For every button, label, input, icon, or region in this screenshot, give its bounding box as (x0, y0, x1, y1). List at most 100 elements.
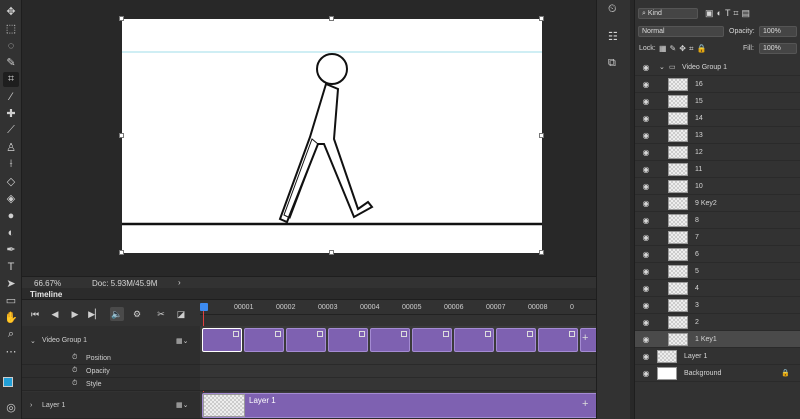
zoom-tool-icon[interactable]: ⌕ (3, 327, 19, 342)
type-tool-icon[interactable]: T (3, 259, 19, 274)
move-tool-icon[interactable]: ✥ (3, 4, 19, 19)
brush-tool-icon[interactable]: ⟋ (3, 123, 19, 138)
visibility-eye-icon[interactable]: ◉ (641, 233, 651, 242)
zoom-level[interactable]: 66.67% (34, 279, 61, 288)
visibility-eye-icon[interactable]: ◉ (641, 369, 651, 378)
layer-row-frame[interactable]: ◉ 4 (635, 280, 800, 297)
pen-tool-icon[interactable]: ✒ (3, 242, 19, 257)
frame-clip[interactable] (202, 328, 242, 352)
visibility-eye-icon[interactable]: ◉ (641, 250, 651, 259)
clone-stamp-tool-icon[interactable]: ♙ (3, 140, 19, 155)
visibility-eye-icon[interactable]: ◉ (641, 267, 651, 276)
frame-clip[interactable] (370, 328, 410, 352)
layer-row-frame[interactable]: ◉ 10 (635, 178, 800, 195)
visibility-eye-icon[interactable]: ◉ (641, 199, 651, 208)
visibility-eye-icon[interactable]: ◉ (641, 182, 651, 191)
timeline-title[interactable]: Timeline (30, 290, 62, 299)
transform-handle[interactable] (119, 133, 124, 138)
play-icon[interactable]: ▶ (68, 307, 82, 321)
layer-row-frame[interactable]: ◉ 16 (635, 76, 800, 93)
layer-row-frame[interactable]: ◉ 1 Key1 (635, 331, 800, 348)
visibility-eye-icon[interactable]: ◉ (641, 335, 651, 344)
frame-clip[interactable] (496, 328, 536, 352)
path-selection-tool-icon[interactable]: ➤ (3, 276, 19, 291)
adjustments-icon[interactable]: ⧉ (608, 57, 616, 70)
layer-row-video-group[interactable]: ◉ ⌄ ▭ Video Group 1 (635, 59, 800, 76)
layer-row-frame[interactable]: ◉ 11 (635, 161, 800, 178)
layer-row-frame[interactable]: ◉ 13 (635, 127, 800, 144)
film-menu-icon[interactable]: ▦⌄ (176, 337, 188, 345)
eraser-tool-icon[interactable]: ◇ (3, 174, 19, 189)
collapse-chevron-icon[interactable]: ⌄ (30, 337, 36, 345)
layer-row-frame[interactable]: ◉ 3 (635, 297, 800, 314)
visibility-eye-icon[interactable]: ◉ (641, 63, 651, 72)
layer-1-clip[interactable]: Layer 1 (202, 393, 598, 418)
fill-input[interactable]: 100% (759, 43, 797, 54)
layer-row-frame[interactable]: ◉ 5 (635, 263, 800, 280)
expand-chevron-icon[interactable]: › (30, 402, 32, 409)
blur-tool-icon[interactable]: ● (3, 208, 19, 223)
visibility-eye-icon[interactable]: ◉ (641, 80, 651, 89)
visibility-eye-icon[interactable]: ◉ (641, 131, 651, 140)
frame-clip[interactable] (538, 328, 578, 352)
layer-row-frame[interactable]: ◉ 2 (635, 314, 800, 331)
filter-icons[interactable]: ▣◐T⌗▤ (705, 8, 753, 19)
layer-row-frame[interactable]: ◉ 14 (635, 110, 800, 127)
layer-row-frame[interactable]: ◉ 15 (635, 93, 800, 110)
foreground-color-swatch[interactable] (3, 377, 13, 387)
frame-clip[interactable] (286, 328, 326, 352)
property-row-opacity[interactable]: ⏱ Opacity (22, 365, 200, 378)
layer-row-background[interactable]: ◉ Background 🔒 (635, 365, 800, 382)
marquee-tool-icon[interactable]: ⬚ (3, 21, 19, 36)
properties-icon[interactable]: ☷ (608, 30, 618, 43)
next-frame-icon[interactable]: ▶▏ (88, 307, 102, 321)
layer-row-frame[interactable]: ◉ 12 (635, 144, 800, 161)
visibility-eye-icon[interactable]: ◉ (641, 114, 651, 123)
frame-clip[interactable] (328, 328, 368, 352)
layer-filter-select[interactable]: ⌕ Kind (638, 8, 698, 19)
dodge-tool-icon[interactable]: ◐ (3, 225, 19, 240)
layer-row-frame[interactable]: ◉ 8 (635, 212, 800, 229)
transform-handle[interactable] (119, 16, 124, 21)
property-row-position[interactable]: ⏱ Position (22, 352, 200, 365)
transform-handle[interactable] (539, 250, 544, 255)
quick-select-tool-icon[interactable]: ✎ (3, 55, 19, 70)
frame-clip[interactable] (454, 328, 494, 352)
lock-icons[interactable]: ▦✎✥⌗🔒 (659, 44, 709, 54)
visibility-eye-icon[interactable]: ◉ (641, 284, 651, 293)
visibility-eye-icon[interactable]: ◉ (641, 352, 651, 361)
track-layer-1[interactable]: › Layer 1 ▦⌄ (22, 392, 200, 419)
frame-clip[interactable] (244, 328, 284, 352)
previous-frame-icon[interactable]: ◀ (48, 307, 62, 321)
film-menu-icon[interactable]: ▦⌄ (176, 401, 188, 409)
transform-handle[interactable] (329, 16, 334, 21)
frame-clip[interactable] (412, 328, 452, 352)
visibility-eye-icon[interactable]: ◉ (641, 301, 651, 310)
layer-row-frame[interactable]: ◉ 9 Key2 (635, 195, 800, 212)
blend-mode-select[interactable]: Normal (638, 26, 724, 37)
first-frame-icon[interactable]: ⏮ (28, 307, 42, 321)
transform-handle[interactable] (119, 250, 124, 255)
stopwatch-icon[interactable]: ⏱ (72, 380, 77, 388)
transform-handle[interactable] (539, 16, 544, 21)
transition-icon[interactable]: ◪ (174, 307, 188, 321)
time-ruler[interactable]: 00001 00002 00003 00004 00005 00006 0000… (200, 301, 600, 315)
paint-bucket-tool-icon[interactable]: ◈ (3, 191, 19, 206)
quick-mask-icon[interactable]: ◎ (3, 400, 19, 415)
visibility-eye-icon[interactable]: ◉ (641, 165, 651, 174)
stopwatch-icon[interactable]: ⏱ (72, 354, 77, 362)
stopwatch-icon[interactable]: ⏱ (72, 367, 77, 375)
transform-handle[interactable] (539, 133, 544, 138)
add-media-button[interactable]: + (582, 398, 588, 410)
more-tools-icon[interactable]: ⋯ (3, 344, 19, 359)
history-brush-tool-icon[interactable]: ⟊ (3, 157, 19, 172)
eyedropper-tool-icon[interactable]: ⁄ (3, 89, 19, 104)
layer-row-frame[interactable]: ◉ 6 (635, 246, 800, 263)
split-scissors-icon[interactable]: ✂ (154, 307, 168, 321)
hand-tool-icon[interactable]: ✋ (3, 310, 19, 325)
visibility-eye-icon[interactable]: ◉ (641, 97, 651, 106)
healing-brush-tool-icon[interactable]: ✚ (3, 106, 19, 121)
lasso-tool-icon[interactable]: ◌ (3, 38, 19, 53)
settings-gear-icon[interactable]: ⚙ (130, 307, 144, 321)
shape-tool-icon[interactable]: ▭ (3, 293, 19, 308)
